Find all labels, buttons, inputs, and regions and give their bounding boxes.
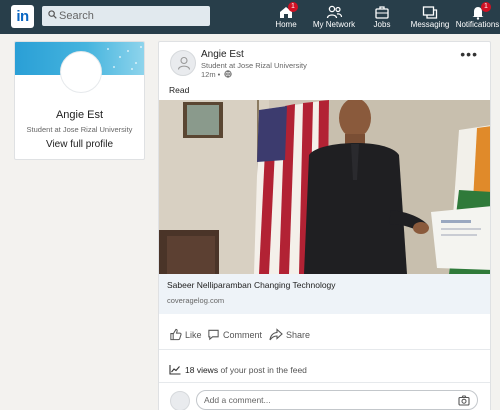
share-label: Share: [286, 330, 311, 340]
view-profile-link[interactable]: View full profile: [15, 139, 144, 150]
home-badge: 1: [288, 2, 298, 12]
globe-icon: [224, 70, 233, 78]
nav-messaging-label: Messaging: [410, 20, 450, 29]
messaging-icon: [422, 6, 438, 19]
comment-box[interactable]: [196, 390, 478, 410]
jobs-icon: [375, 6, 389, 19]
network-icon: [326, 5, 343, 19]
post-time-text: 12m •: [201, 70, 221, 79]
search-icon: [48, 10, 57, 19]
post-video-thumbnail[interactable]: [159, 100, 491, 274]
post-author-name[interactable]: Angie Est: [201, 49, 244, 60]
analytics-icon: [169, 365, 181, 375]
feed-post: Angie Est Student at Jose Rizal Universi…: [158, 41, 491, 410]
person-icon: [177, 56, 191, 70]
comment-button[interactable]: Comment: [207, 328, 262, 341]
profile-name[interactable]: Angie Est: [15, 109, 144, 121]
views-count: 18 views: [185, 365, 219, 375]
post-author-avatar[interactable]: [170, 50, 196, 76]
nav-messaging[interactable]: Messaging: [406, 0, 454, 34]
nav-jobs[interactable]: Jobs: [366, 0, 398, 34]
link-preview[interactable]: Sabeer Nelliparamban Changing Technology…: [159, 274, 490, 314]
post-more-options-icon[interactable]: •••: [460, 46, 478, 62]
post-views[interactable]: 18 views of your post in the feed: [169, 364, 307, 375]
post-author-headline: Student at Jose Rizal University: [201, 61, 307, 70]
commenter-avatar: [170, 391, 190, 410]
search-box[interactable]: [42, 6, 210, 26]
like-label: Like: [185, 330, 202, 340]
camera-icon[interactable]: [458, 395, 470, 406]
nav-notifications[interactable]: 1 Notifications: [455, 0, 500, 34]
post-actions: Like Comment Share: [159, 320, 490, 350]
divider: [159, 382, 490, 383]
nav-home-label: Home: [275, 20, 297, 29]
post-timestamp: 12m •: [201, 70, 233, 79]
post-text: Read: [169, 85, 190, 95]
held-paper: [431, 206, 490, 270]
profile-headline: Student at Jose Rizal University: [26, 125, 133, 134]
nav-my-network[interactable]: My Network: [309, 0, 359, 34]
profile-avatar[interactable]: [60, 51, 102, 93]
nav-home[interactable]: 1 Home: [270, 0, 302, 34]
notifications-badge: 1: [481, 2, 491, 12]
share-button[interactable]: Share: [269, 328, 310, 341]
nav-jobs-label: Jobs: [373, 20, 391, 29]
search-input[interactable]: [59, 8, 199, 24]
logo-text: in: [16, 8, 29, 25]
comment-label: Comment: [223, 330, 263, 340]
nav-notifications-label: Notifications: [455, 20, 500, 29]
views-text: of your post in the feed: [218, 365, 307, 375]
link-preview-title[interactable]: Sabeer Nelliparamban Changing Technology: [167, 280, 336, 290]
share-icon: [269, 328, 283, 341]
top-nav-bar: in 1 Home My Network Jobs Messaging 1 No…: [0, 0, 500, 34]
comment-icon: [208, 329, 219, 341]
like-button[interactable]: Like: [169, 328, 202, 341]
profile-card: Angie Est Student at Jose Rizal Universi…: [14, 41, 145, 160]
comment-input[interactable]: [204, 393, 444, 407]
linkedin-logo[interactable]: in: [11, 5, 34, 28]
link-preview-source: coveragelog.com: [167, 296, 225, 305]
like-icon: [170, 328, 182, 341]
nav-my-network-label: My Network: [312, 20, 356, 29]
